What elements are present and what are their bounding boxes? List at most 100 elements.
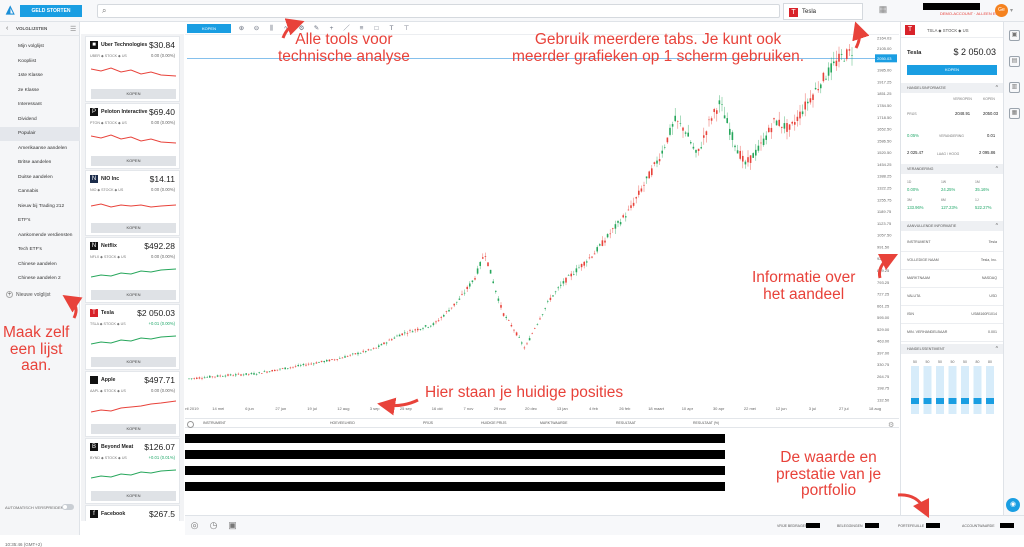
candle-body — [523, 347, 526, 349]
panel-section-header[interactable]: HANDELSSENTIMENT — [901, 344, 1003, 354]
instrument-icon[interactable]: ▣ — [1009, 30, 1020, 41]
positions-icon[interactable] — [187, 421, 194, 428]
buy-button[interactable]: KOPEN — [91, 156, 176, 166]
y-tick-label: 1255.75 — [877, 197, 892, 202]
watchlist-card[interactable]: N NIO Inc $14.11 NIO ◆ STOCK ◆ US 0.00 (0.00… — [85, 170, 180, 236]
watchlist-card[interactable]: Apple $497.71 AAPL ◆ STOCK ◆ US 0.00 (0.00%… — [85, 371, 180, 437]
candle-body — [240, 374, 242, 376]
buy-button[interactable]: KOPEN — [91, 424, 176, 434]
tab-tesla[interactable]: T Tesla — [783, 3, 863, 20]
sidebar-item[interactable]: Cannabis — [0, 185, 80, 199]
stock-change: 0.00 (0.00%) — [151, 388, 175, 393]
back-icon[interactable]: ‹ — [6, 25, 8, 32]
orders-icon[interactable]: ▣ — [227, 520, 238, 531]
panel-section-header[interactable]: AANVULLENDE INFORMATIE — [901, 221, 1003, 231]
chevron-down-icon[interactable]: ▾ — [1010, 7, 1013, 14]
chat-icon[interactable]: ◉ — [1006, 498, 1020, 512]
candle-body — [500, 305, 502, 308]
buy-button[interactable]: KOPEN — [91, 357, 176, 367]
sidebar-item[interactable]: Nieuw bij Trading 212 — [0, 200, 80, 214]
news-icon[interactable]: ▥ — [1009, 82, 1020, 93]
sidebar-item[interactable]: Britse aandelen — [0, 156, 80, 170]
candle-body — [716, 110, 718, 114]
candle-body — [822, 72, 825, 82]
candle-body — [536, 323, 539, 325]
x-tick-label: 16 okt — [432, 406, 444, 411]
sidebar-item[interactable]: Chinese aandelen 2 — [0, 272, 80, 286]
candle-body — [237, 373, 240, 375]
logo-icon[interactable]: ◭ — [6, 5, 16, 16]
sidebar-item[interactable]: Mijn volglijst — [0, 40, 80, 54]
candlestick-chart[interactable]: 2164.032105.002045.001985.001917.251851.… — [185, 22, 899, 414]
menu-icon[interactable]: ☰ — [70, 25, 76, 33]
auto-spread-toggle[interactable] — [62, 504, 74, 510]
sidebar-item[interactable]: Amerikaanse aandelen — [0, 142, 80, 156]
candle-body — [443, 315, 445, 317]
candle-body — [747, 157, 749, 163]
sidebar-item[interactable]: Dividend — [0, 113, 80, 127]
alerts-icon[interactable]: ▤ — [1009, 56, 1020, 67]
watchlist-card[interactable]: ■ Uber Technologies $30.84 UBER ◆ STOCK ◆ U… — [85, 36, 180, 102]
watchlist-card[interactable]: T Tesla $2 050.03 TSLA ◆ STOCK ◆ US +0.01 (0… — [85, 304, 180, 370]
watchlist-card[interactable]: N Netflix $492.28 NFLX ◆ STOCK ◆ US 0.00 (0.… — [85, 237, 180, 303]
sidebar-item[interactable]: Tech ETF's — [0, 243, 80, 257]
buy-button[interactable]: KOPEN — [91, 290, 176, 300]
watchlist-card[interactable]: B Beyond Meat $126.07 BYND ◆ STOCK ◆ US +0.0… — [85, 438, 180, 504]
buy-button[interactable]: KOPEN — [91, 491, 176, 501]
chart-panel[interactable]: KOPEN ⊕⊖⫼∿⚙✎+／≡□T⊤ 2164.032105.002045.00… — [185, 22, 899, 414]
bottom-label: PORTEFEUILLE — [898, 524, 925, 528]
instrument-buy-button[interactable]: KOPEN — [907, 65, 997, 75]
candle-body — [612, 228, 614, 230]
candle-body — [326, 360, 328, 362]
candle-body — [531, 333, 533, 335]
sentiment-bar-bg — [961, 366, 969, 414]
sidebar-item[interactable]: 1ste Klasse — [0, 69, 80, 83]
watchlist-card[interactable]: f Facebook $267.5 — [85, 505, 180, 521]
x-tick-label: 12 jun — [776, 406, 787, 411]
layout-grid-icon[interactable]: ▦ — [876, 4, 890, 18]
new-watchlist-button[interactable]: + Nieuwe volglijst — [6, 291, 50, 298]
buy-button[interactable]: KOPEN — [91, 89, 176, 99]
sentiment-bar — [986, 398, 994, 404]
candle-body — [739, 150, 741, 159]
sidebar-item[interactable]: ETF's — [0, 214, 80, 228]
sidebar-item[interactable]: Interessant — [0, 98, 80, 112]
sidebar-item[interactable]: Chinese aandelen — [0, 258, 80, 272]
candle-body — [222, 376, 224, 377]
sidebar-item[interactable]: Duitse aandelen — [0, 171, 80, 185]
x-tick-label: 18 maart — [648, 406, 665, 411]
sidebar-item[interactable]: 2e Klasse — [0, 84, 80, 98]
panel-section-header[interactable]: HANDELSINFORMATIE — [901, 83, 1003, 93]
candle-body — [294, 366, 297, 367]
candle-body — [557, 287, 559, 289]
gear-icon[interactable]: ⚙ — [888, 421, 894, 429]
panel-section-header[interactable]: VERANDERING — [901, 164, 1003, 174]
stock-ticker: UBER ◆ STOCK ◆ US — [90, 54, 127, 58]
y-tick-label: 132.50 — [877, 398, 890, 403]
search-input[interactable]: ⌕ — [97, 4, 780, 18]
deposit-button[interactable]: GELD STORTEN — [20, 5, 82, 17]
sentiment-label: 50 — [963, 360, 967, 364]
sidebar-item[interactable]: Aankomende verdiensten — [0, 229, 80, 243]
history-icon[interactable]: ◷ — [208, 520, 219, 531]
avatar[interactable]: Ge — [995, 4, 1008, 17]
candle-body — [196, 377, 198, 379]
search-icon: ⌕ — [102, 6, 107, 15]
buy-button[interactable]: KOPEN — [91, 223, 176, 233]
candle-body — [593, 253, 596, 255]
candle-body — [578, 267, 580, 269]
sidebar-item[interactable]: Populair — [0, 127, 80, 141]
calendar-icon[interactable]: ▦ — [1009, 108, 1020, 119]
tesla-logo-icon: T — [905, 25, 915, 35]
stock-price: $2 050.03 — [137, 308, 175, 318]
watchlist-card[interactable]: P Peloton Interactive $69.40 PTON ◆ STOCK ◆… — [85, 103, 180, 169]
y-tick-label: 1454.25 — [877, 162, 892, 167]
x-tick-label: 27 jul — [839, 406, 849, 411]
info-value: USD — [989, 294, 997, 298]
portfolio-icon[interactable]: ◎ — [189, 520, 200, 531]
candle-body — [287, 368, 289, 369]
candle-body — [778, 119, 780, 126]
candle-body — [370, 349, 372, 351]
sidebar-item[interactable]: Koopliist — [0, 55, 80, 69]
stock-logo-icon — [90, 376, 98, 384]
